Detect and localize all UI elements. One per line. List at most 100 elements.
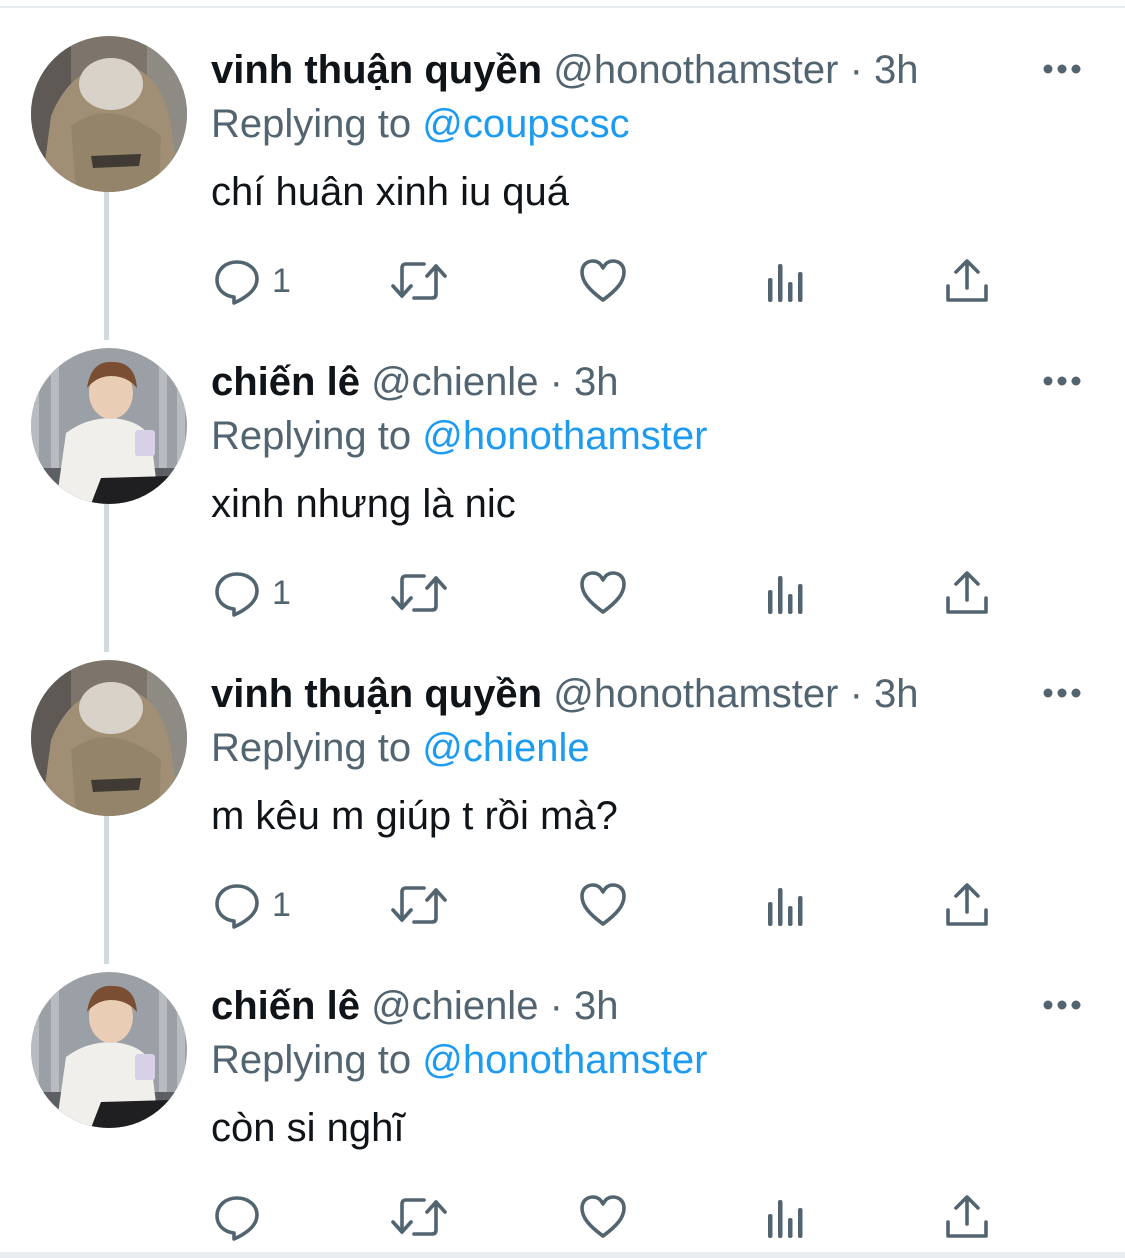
avatar[interactable] [31, 36, 187, 192]
tweet-header: vinh thuận quyền @honothamster · 3h [211, 666, 1035, 722]
more-icon [1043, 376, 1081, 386]
replying-to-link[interactable]: @coupscsc [422, 102, 629, 146]
share-button[interactable] [944, 246, 990, 316]
replying-to-link[interactable]: @chienle [422, 726, 589, 770]
more-button[interactable] [1040, 54, 1084, 84]
replying-to-line: Replying to @honothamster [211, 1032, 707, 1088]
user-handle[interactable]: @honothamster [553, 672, 838, 716]
retweet-button[interactable] [390, 870, 448, 940]
avatar-hoodie-photo [31, 36, 187, 192]
replying-to-label: Replying to [211, 102, 412, 146]
timestamp[interactable]: · 3h [550, 360, 619, 404]
like-button[interactable] [578, 1182, 628, 1252]
share-icon [946, 1195, 988, 1238]
retweet-icon [391, 574, 447, 612]
heart-icon [580, 1195, 626, 1238]
retweet-button[interactable] [390, 558, 448, 628]
reply-count: 1 [272, 573, 291, 612]
more-icon [1043, 1000, 1081, 1010]
timestamp[interactable]: · 3h [850, 672, 919, 716]
analytics-icon [768, 264, 803, 302]
tweet-header: chiến lê @chienle · 3h [211, 978, 1035, 1034]
retweet-icon [391, 886, 447, 924]
more-button[interactable] [1040, 366, 1084, 396]
replying-to-label: Replying to [211, 1038, 412, 1082]
display-name[interactable]: vinh thuận quyền [211, 48, 542, 92]
retweet-button[interactable] [390, 1182, 448, 1252]
like-button[interactable] [578, 246, 628, 316]
heart-icon [580, 883, 626, 926]
replying-to-link[interactable]: @honothamster [422, 414, 707, 458]
reply-icon [215, 884, 259, 929]
replying-to-label: Replying to [211, 414, 412, 458]
display-name[interactable]: chiến lê [211, 360, 360, 404]
avatar[interactable] [31, 972, 187, 1128]
like-button[interactable] [578, 870, 628, 940]
display-name[interactable]: chiến lê [211, 984, 360, 1028]
display-name[interactable]: vinh thuận quyền [211, 672, 542, 716]
share-icon [946, 571, 988, 614]
reply-count: 1 [272, 885, 291, 924]
reply-button[interactable]: 1 [212, 246, 291, 316]
avatar[interactable] [31, 660, 187, 816]
timestamp[interactable]: · 3h [850, 48, 919, 92]
action-bar [0, 1182, 1125, 1252]
action-bar: 1 [0, 870, 1125, 940]
avatar-white-shirt-photo [31, 348, 187, 504]
tweet[interactable]: chiến lê @chienle · 3h Replying to @hono… [0, 322, 1125, 634]
reply-button[interactable]: 1 [212, 558, 291, 628]
heart-icon [580, 571, 626, 614]
avatar-hoodie-photo [31, 660, 187, 816]
more-icon [1043, 688, 1081, 698]
analytics-button[interactable] [764, 1182, 808, 1252]
retweet-icon [391, 262, 447, 300]
retweet-button[interactable] [390, 246, 448, 316]
tweet-header: vinh thuận quyền @honothamster · 3h [211, 42, 1035, 98]
share-button[interactable] [944, 870, 990, 940]
avatar[interactable] [31, 348, 187, 504]
analytics-button[interactable] [764, 246, 808, 316]
action-bar: 1 [0, 246, 1125, 316]
tweet-text: chí huân xinh iu quá [211, 170, 570, 214]
tweet-text: còn si nghĩ [211, 1106, 405, 1150]
analytics-icon [768, 1200, 803, 1238]
top-divider [0, 6, 1125, 8]
replying-to-link[interactable]: @honothamster [422, 1038, 707, 1082]
timestamp[interactable]: · 3h [550, 984, 619, 1028]
reply-button[interactable] [212, 1182, 272, 1252]
user-handle[interactable]: @chienle [371, 360, 538, 404]
more-icon [1043, 64, 1081, 74]
share-button[interactable] [944, 558, 990, 628]
replying-to-line: Replying to @honothamster [211, 408, 707, 464]
analytics-button[interactable] [764, 558, 808, 628]
like-button[interactable] [578, 558, 628, 628]
action-bar: 1 [0, 558, 1125, 628]
analytics-icon [768, 888, 803, 926]
reply-count: 1 [272, 261, 291, 300]
reply-icon [215, 572, 259, 617]
replying-to-line: Replying to @coupscsc [211, 96, 630, 152]
share-icon [946, 883, 988, 926]
reply-button[interactable]: 1 [212, 870, 291, 940]
tweet-text: xinh nhưng là nic [211, 482, 516, 526]
retweet-icon [391, 1198, 447, 1236]
share-button[interactable] [944, 1182, 990, 1252]
user-handle[interactable]: @honothamster [553, 48, 838, 92]
replying-to-label: Replying to [211, 726, 412, 770]
reply-icon [215, 260, 259, 305]
avatar-white-shirt-photo [31, 972, 187, 1128]
tweet[interactable]: chiến lê @chienle · 3h Replying to @hono… [0, 946, 1125, 1258]
more-button[interactable] [1040, 678, 1084, 708]
bottom-divider [0, 1252, 1125, 1258]
heart-icon [580, 259, 626, 302]
analytics-button[interactable] [764, 870, 808, 940]
more-button[interactable] [1040, 990, 1084, 1020]
tweet-header: chiến lê @chienle · 3h [211, 354, 1035, 410]
replying-to-line: Replying to @chienle [211, 720, 590, 776]
tweet[interactable]: vinh thuận quyền @honothamster · 3h Repl… [0, 10, 1125, 322]
user-handle[interactable]: @chienle [371, 984, 538, 1028]
tweet[interactable]: vinh thuận quyền @honothamster · 3h Repl… [0, 634, 1125, 946]
share-icon [946, 259, 988, 302]
tweet-text: m kêu m giúp t rồi mà? [211, 794, 618, 838]
reply-icon [215, 1196, 259, 1241]
